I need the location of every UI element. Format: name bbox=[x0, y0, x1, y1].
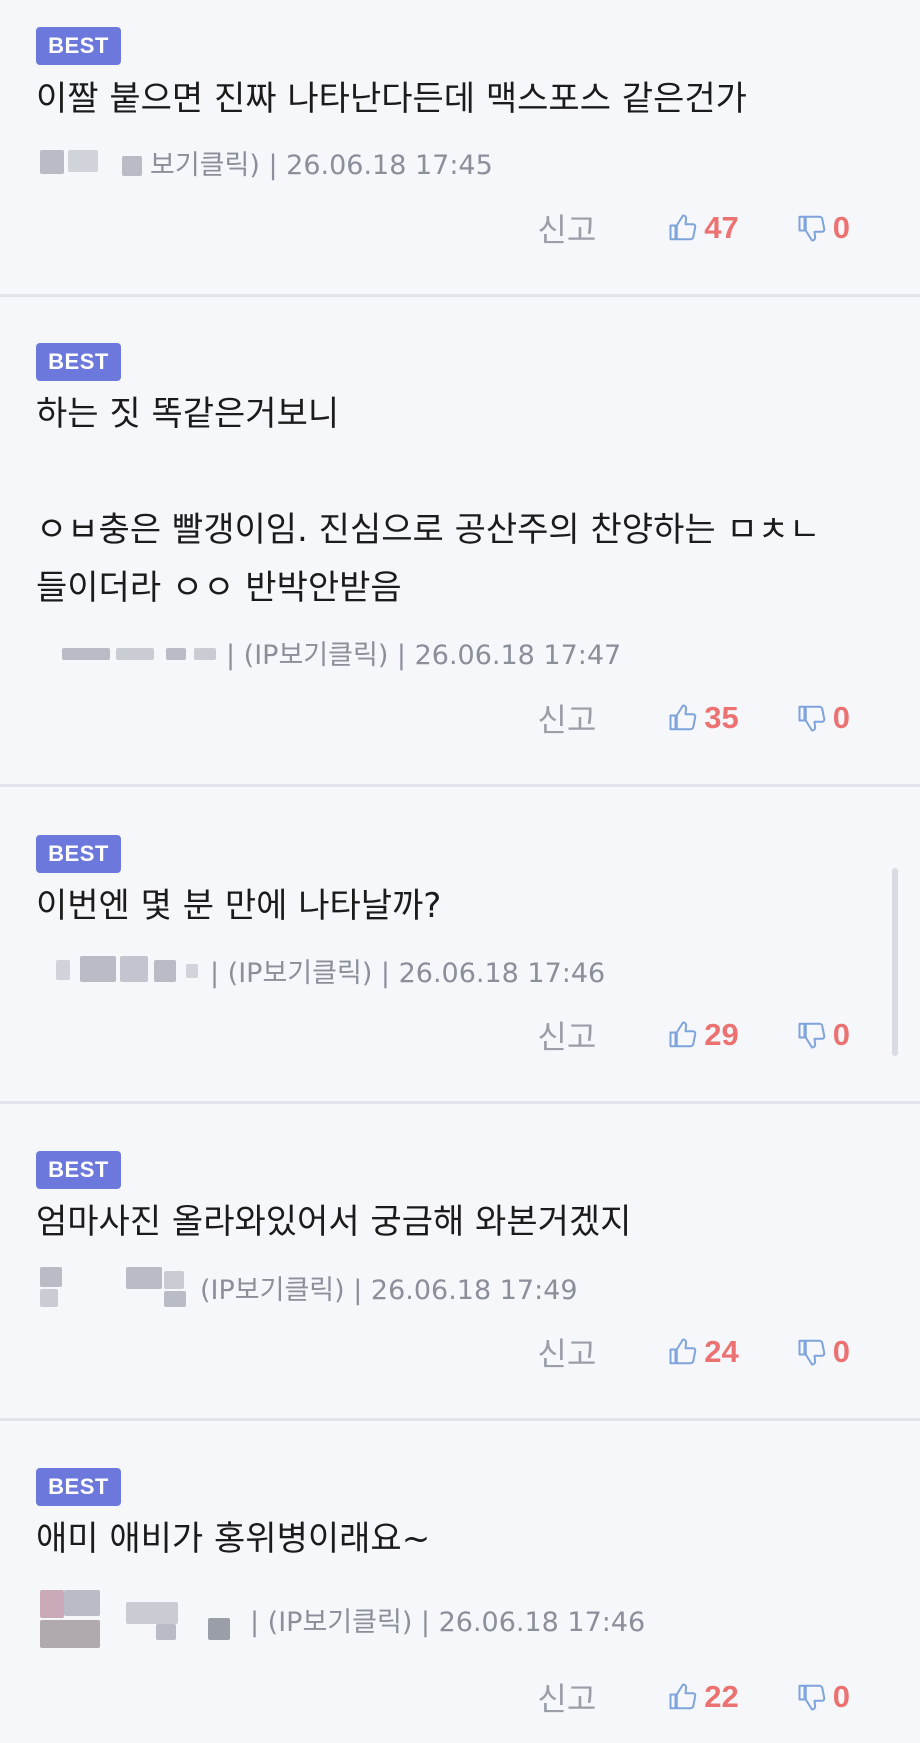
thumbs-up-icon bbox=[669, 704, 697, 731]
comment-text: 하는 짓 똑같은거보니 ㅇㅂ충은 빨갱이임. 진심으로 공산주의 찬양하는 ㅁㅊ… bbox=[36, 385, 880, 617]
comment-item: BEST 이번엔 몇 분 만에 나타날까? | (IP보기클릭) | 26.06… bbox=[0, 787, 920, 1104]
dislike-count: 0 bbox=[832, 1017, 850, 1052]
thumbs-down-icon bbox=[798, 1684, 826, 1711]
dislike-count: 0 bbox=[832, 1679, 850, 1714]
comment-item: BEST 엄마사진 올라와있어서 궁금해 와본거겠지 (IP보기클릭) | 26… bbox=[0, 1104, 920, 1421]
comment-line: 하는 짓 똑같은거보니 bbox=[36, 394, 340, 434]
like-count: 35 bbox=[704, 700, 739, 735]
comment-line: ㅇㅂ충은 빨갱이임. 진심으로 공산주의 찬양하는 ㅁㅊㄴ bbox=[36, 510, 821, 550]
comment-meta: (IP보기클릭) | 26.06.18 17:49 bbox=[36, 1265, 578, 1309]
comment-line bbox=[36, 443, 880, 501]
best-badge: BEST bbox=[36, 1468, 121, 1506]
comment-line: 들이더라 ㅇㅇ 반박안받음 bbox=[36, 568, 402, 608]
comment-line: 애미 애비가 홍위병이래요~ bbox=[36, 1519, 431, 1559]
thumbs-up-icon bbox=[669, 214, 697, 241]
author-avatar-blurred[interactable] bbox=[36, 950, 204, 990]
comment-text: 엄마사진 올라와있어서 궁금해 와본거겠지 bbox=[36, 1193, 880, 1251]
best-badge: BEST bbox=[36, 27, 121, 65]
scrollbar[interactable] bbox=[892, 868, 898, 1056]
comment-line: 이번엔 몇 분 만에 나타날까? bbox=[36, 886, 442, 926]
meta-text[interactable]: | (IP보기클릭) | 26.06.18 17:47 bbox=[226, 633, 621, 672]
dislike-button[interactable]: 0 bbox=[797, 1017, 850, 1053]
comment-actions: 신고 35 0 bbox=[537, 693, 850, 743]
like-button[interactable]: 35 bbox=[668, 700, 739, 736]
dislike-button[interactable]: 0 bbox=[797, 1334, 850, 1370]
thumbs-up-icon bbox=[669, 1021, 697, 1048]
dislike-count: 0 bbox=[832, 1334, 850, 1369]
comment-text: 이짤 붙으면 진짜 나타난다든데 맥스포스 같은건가 bbox=[36, 70, 880, 128]
like-count: 22 bbox=[704, 1679, 739, 1714]
comment-text: 애미 애비가 홍위병이래요~ bbox=[36, 1510, 880, 1568]
dislike-button[interactable]: 0 bbox=[797, 1679, 850, 1715]
like-button[interactable]: 22 bbox=[668, 1679, 739, 1715]
report-button[interactable]: 신고 bbox=[537, 695, 596, 741]
comment-meta: | (IP보기클릭) | 26.06.18 17:46 bbox=[36, 1584, 645, 1654]
best-badge: BEST bbox=[36, 1151, 121, 1189]
meta-text[interactable]: (IP보기클릭) | 26.06.18 17:49 bbox=[200, 1268, 578, 1307]
thumbs-down-icon bbox=[798, 705, 826, 732]
comment-item: BEST 하는 짓 똑같은거보니 ㅇㅂ충은 빨갱이임. 진심으로 공산주의 찬양… bbox=[0, 297, 920, 787]
thumbs-down-icon bbox=[798, 215, 826, 242]
dislike-count: 0 bbox=[832, 700, 850, 735]
comment-meta: | (IP보기클릭) | 26.06.18 17:47 bbox=[36, 630, 621, 674]
comment-line: 엄마사진 올라와있어서 궁금해 와본거겠지 bbox=[36, 1202, 632, 1242]
meta-text[interactable]: | (IP보기클릭) | 26.06.18 17:46 bbox=[250, 1600, 645, 1639]
comment-text: 이번엔 몇 분 만에 나타날까? bbox=[36, 877, 880, 935]
comment-meta: 보기클릭) | 26.06.18 17:45 bbox=[36, 140, 493, 184]
dislike-button[interactable]: 0 bbox=[797, 700, 850, 736]
like-button[interactable]: 29 bbox=[668, 1017, 739, 1053]
like-button[interactable]: 47 bbox=[668, 210, 739, 246]
comment-line: 이짤 붙으면 진짜 나타난다든데 맥스포스 같은건가 bbox=[36, 79, 747, 119]
like-count: 24 bbox=[704, 1334, 739, 1369]
comment-actions: 신고 24 0 bbox=[537, 1327, 850, 1377]
comment-item: BEST 이짤 붙으면 진짜 나타난다든데 맥스포스 같은건가 보기클릭) | … bbox=[0, 0, 920, 297]
like-button[interactable]: 24 bbox=[668, 1334, 739, 1370]
comment-actions: 신고 22 0 bbox=[537, 1672, 850, 1722]
thumbs-down-icon bbox=[798, 1022, 826, 1049]
comment-item: BEST 애미 애비가 홍위병이래요~ | (IP보기클릭) | 26.06.1… bbox=[0, 1421, 920, 1743]
report-button[interactable]: 신고 bbox=[537, 1674, 596, 1720]
thumbs-down-icon bbox=[798, 1339, 826, 1366]
meta-text[interactable]: | (IP보기클릭) | 26.06.18 17:46 bbox=[210, 951, 605, 990]
thumbs-up-icon bbox=[669, 1683, 697, 1710]
author-avatar-blurred[interactable] bbox=[36, 1267, 194, 1307]
report-button[interactable]: 신고 bbox=[537, 1012, 596, 1058]
comment-meta: | (IP보기클릭) | 26.06.18 17:46 bbox=[36, 948, 605, 992]
author-avatar-blurred[interactable] bbox=[36, 142, 144, 182]
report-button[interactable]: 신고 bbox=[537, 205, 596, 251]
meta-text[interactable]: 보기클릭) | 26.06.18 17:45 bbox=[150, 143, 493, 182]
author-avatar-blurred[interactable] bbox=[36, 632, 220, 672]
report-button[interactable]: 신고 bbox=[537, 1329, 596, 1375]
best-badge: BEST bbox=[36, 835, 121, 873]
dislike-button[interactable]: 0 bbox=[797, 210, 850, 246]
comment-actions: 신고 29 0 bbox=[537, 1010, 850, 1060]
author-avatar-blurred[interactable] bbox=[36, 1584, 244, 1654]
dislike-count: 0 bbox=[832, 210, 850, 245]
best-badge: BEST bbox=[36, 343, 121, 381]
thumbs-up-icon bbox=[669, 1338, 697, 1365]
comment-actions: 신고 47 0 bbox=[537, 203, 850, 253]
like-count: 47 bbox=[704, 210, 739, 245]
like-count: 29 bbox=[704, 1017, 739, 1052]
